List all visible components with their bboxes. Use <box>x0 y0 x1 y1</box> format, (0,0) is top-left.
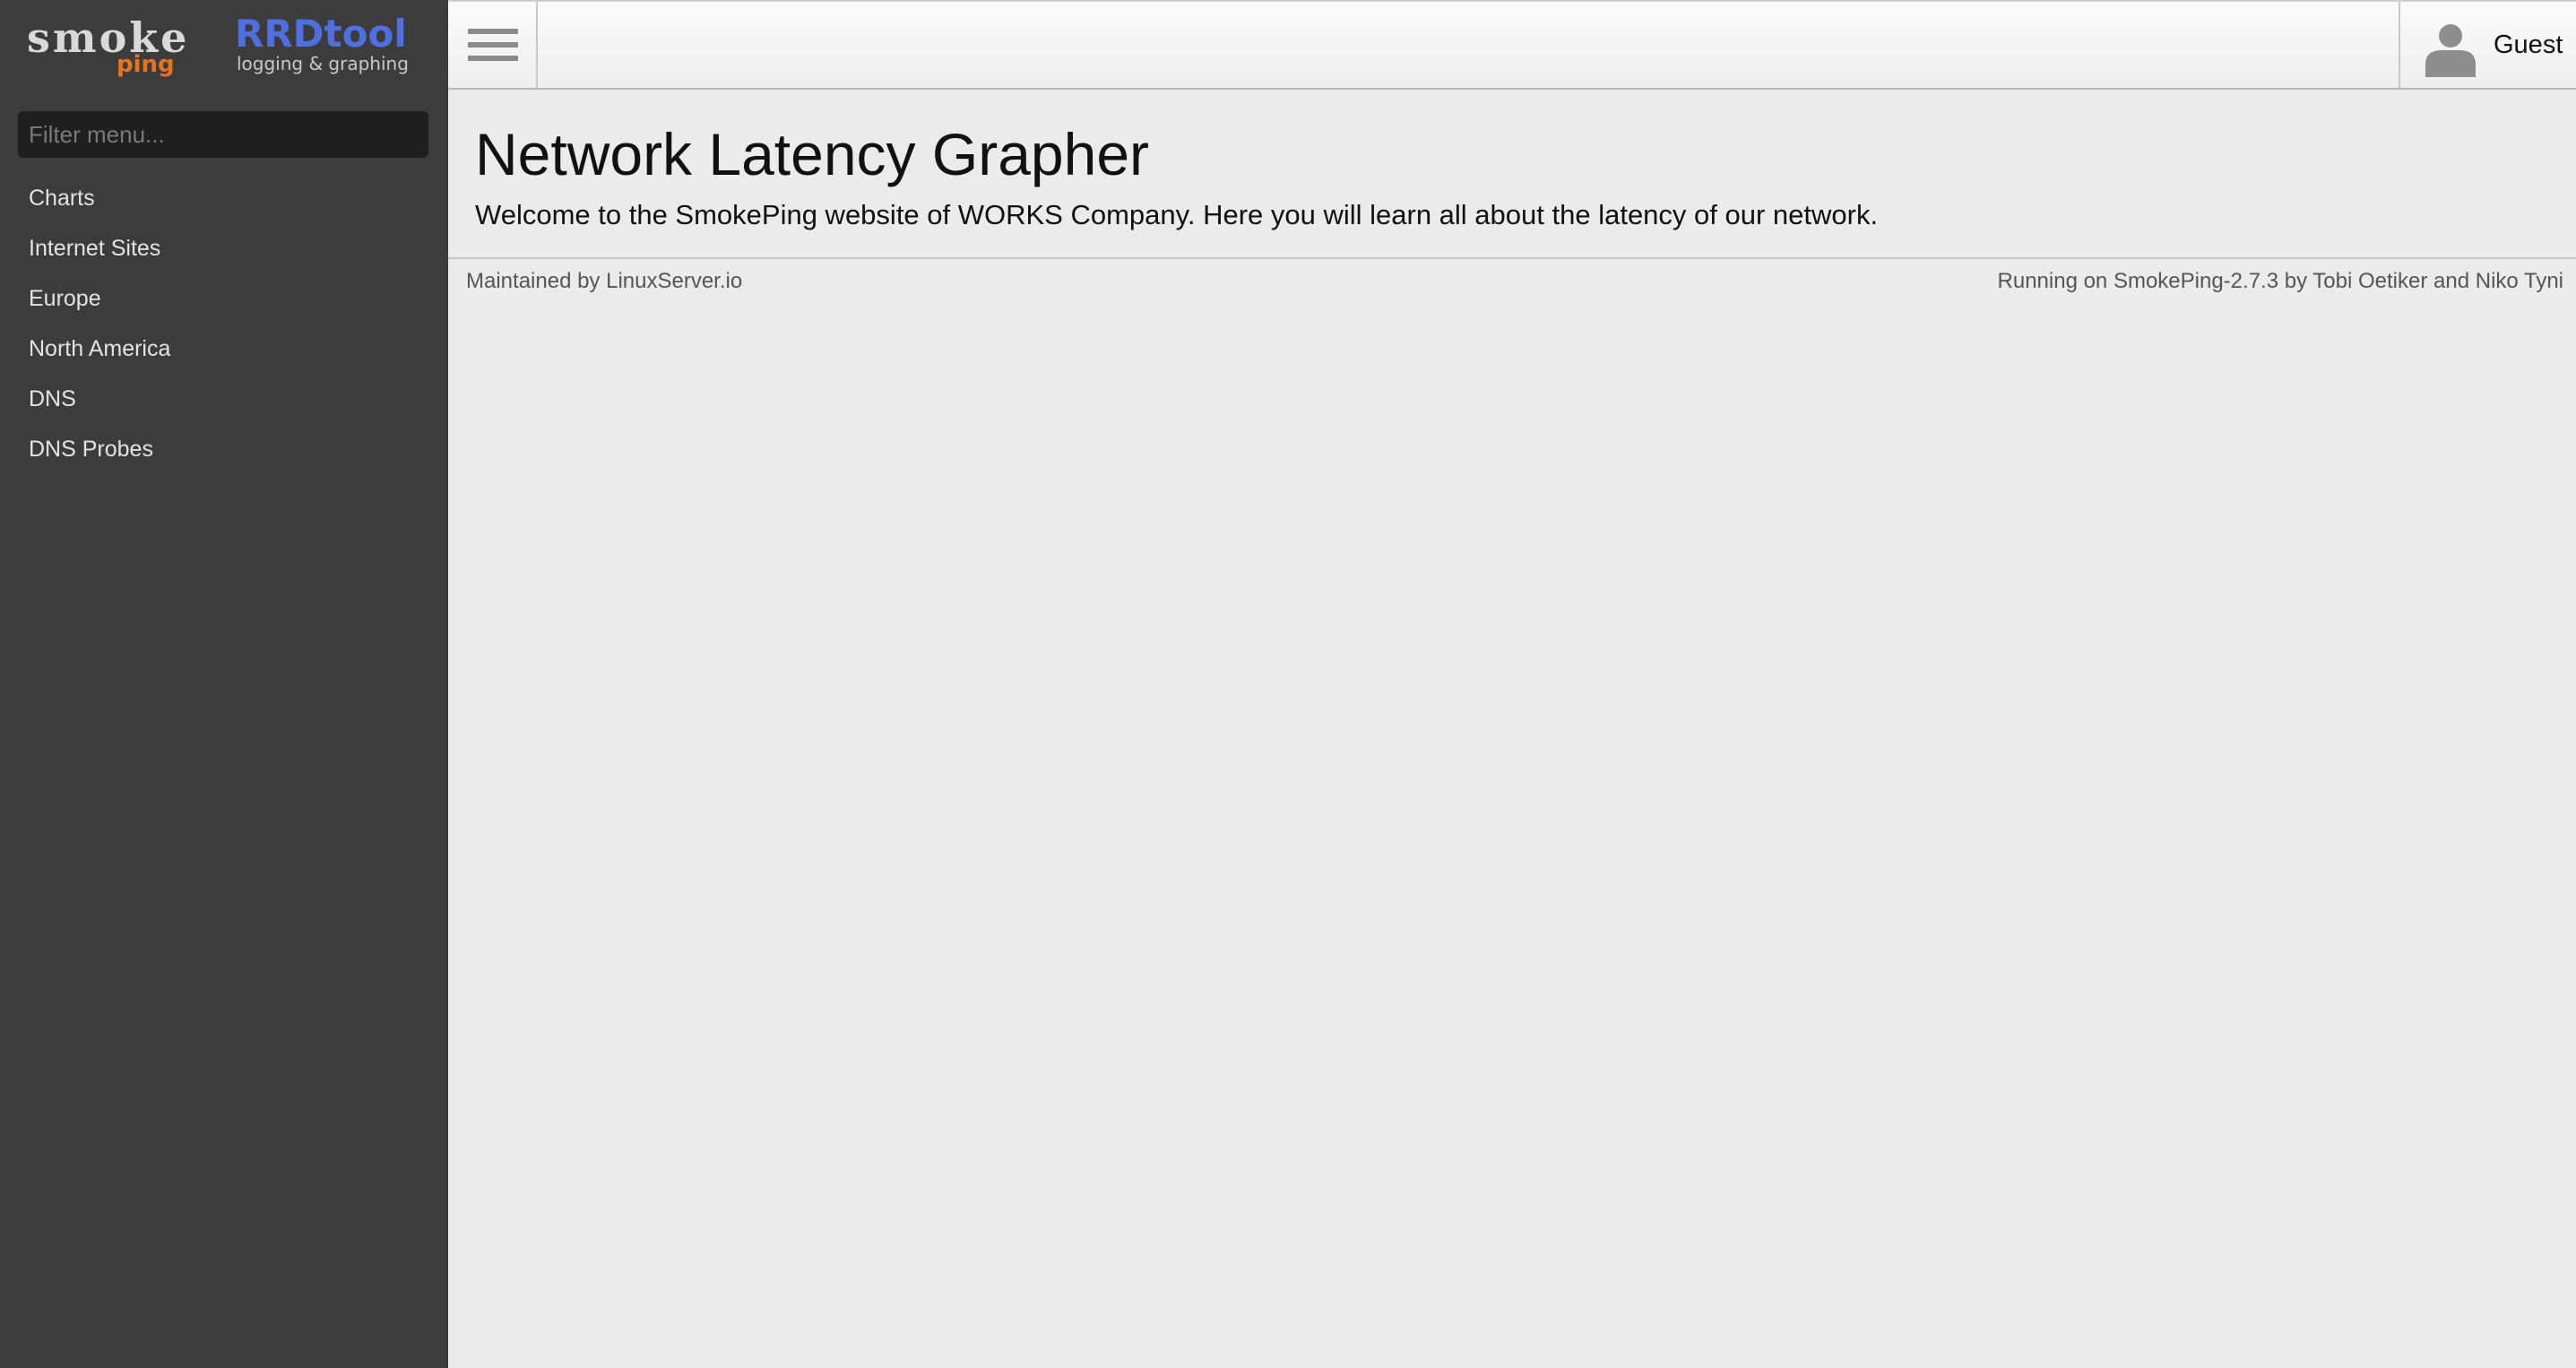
svg-text:logging & graphing: logging & graphing <box>237 53 409 74</box>
user-icon <box>2425 24 2476 77</box>
smokeping-logo[interactable]: smoke ping <box>25 7 213 79</box>
sidebar-item-charts[interactable]: Charts <box>0 176 448 226</box>
svg-text:RRDtool: RRDtool <box>235 12 407 56</box>
maintainer-note: Maintained by LinuxServer.io <box>466 269 743 293</box>
welcome-text: Welcome to the SmokePing website of WORK… <box>475 199 1879 230</box>
hamburger-icon <box>468 42 518 48</box>
sidebar-menu: Charts Internet Sites Europe North Ameri… <box>0 176 448 477</box>
sidebar: smoke ping RRDtool logging & graphing Ch… <box>0 0 448 1368</box>
filter-menu-input[interactable] <box>18 111 428 158</box>
hamburger-icon <box>468 29 518 34</box>
sidebar-item-dns[interactable]: DNS <box>0 377 448 427</box>
user-menu-button[interactable]: Guest <box>2399 2 2576 88</box>
top-header: Guest <box>448 0 2576 90</box>
version-note: Running on SmokePing-2.7.3 by Tobi Oetik… <box>1997 269 2563 293</box>
hamburger-menu-button[interactable] <box>448 2 538 88</box>
user-name: Guest <box>2494 30 2563 59</box>
logo-area: smoke ping RRDtool logging & graphing <box>0 0 448 90</box>
sidebar-item-north-america[interactable]: North America <box>0 326 448 377</box>
app-window: smoke ping RRDtool logging & graphing Ch… <box>0 0 2576 1368</box>
sidebar-item-europe[interactable]: Europe <box>0 276 448 326</box>
divider <box>448 257 2576 259</box>
main-content: Network Latency Grapher Welcome to the S… <box>448 90 2576 1368</box>
svg-text:ping: ping <box>117 51 175 78</box>
page-title: Network Latency Grapher <box>475 121 1150 187</box>
rrdtool-logo[interactable]: RRDtool logging & graphing <box>231 7 419 79</box>
sidebar-item-dns-probes[interactable]: DNS Probes <box>0 427 448 477</box>
hamburger-icon <box>468 56 518 61</box>
sidebar-item-internet-sites[interactable]: Internet Sites <box>0 226 448 276</box>
